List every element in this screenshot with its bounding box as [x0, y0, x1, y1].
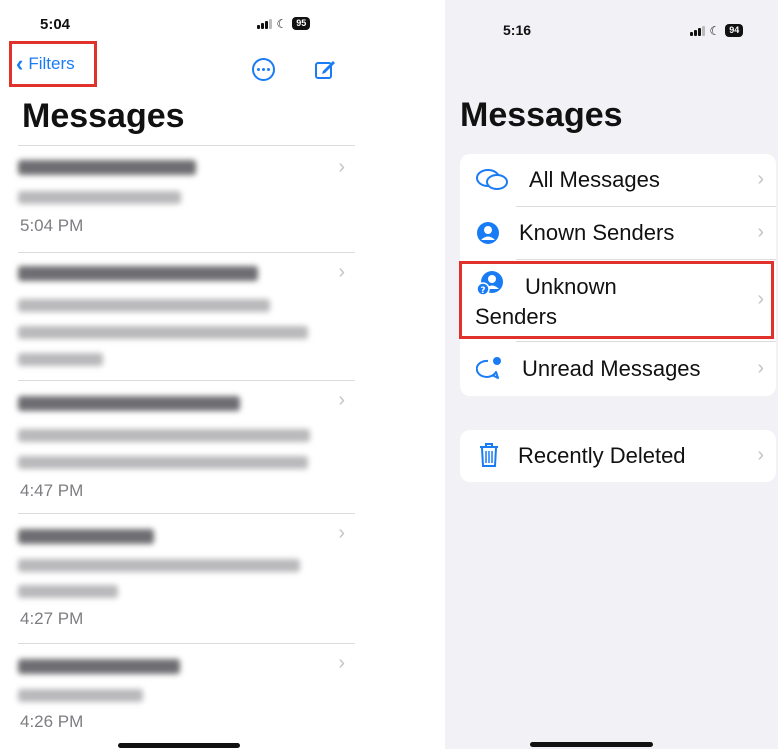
more-options-button[interactable]: [252, 58, 275, 81]
message-row[interactable]: ›: [18, 252, 355, 380]
preview-blurred: [18, 429, 310, 442]
sender-name-blurred: [18, 160, 196, 175]
chevron-right-icon: ›: [757, 221, 764, 243]
message-row[interactable]: › 4:27 PM: [18, 513, 355, 643]
trash-icon: [480, 443, 498, 467]
chevron-right-icon: ›: [338, 652, 345, 674]
filter-all-messages[interactable]: All Messages ›: [460, 154, 776, 206]
sender-name-blurred: [18, 659, 180, 674]
battery-icon: 94: [725, 24, 744, 37]
message-time: 4:47 PM: [20, 481, 84, 500]
compose-icon[interactable]: [314, 58, 336, 80]
person-circle-icon: [477, 222, 499, 244]
filters-back-label: Filters: [28, 54, 75, 73]
filter-label: All Messages: [529, 167, 660, 192]
chevron-right-icon: ›: [757, 444, 764, 466]
chevron-left-icon: ‹: [16, 51, 24, 76]
unread-bubble-icon: [476, 357, 501, 379]
dot: [262, 68, 265, 71]
recently-deleted-group: Recently Deleted ›: [460, 430, 776, 482]
filter-unread-messages[interactable]: Unread Messages ›: [460, 342, 776, 396]
message-row[interactable]: › 5:04 PM: [18, 145, 355, 252]
left-screen: 5:04 ☾ 95 ‹ Filters Messages › 5:04 PM ›: [0, 0, 375, 749]
recently-deleted-label: Recently Deleted: [518, 443, 686, 468]
preview-blurred: [18, 689, 143, 702]
wifi-icon: ☾: [276, 16, 288, 31]
message-time: 4:26 PM: [20, 712, 84, 731]
sender-name-blurred: [18, 529, 154, 544]
filters-back-button[interactable]: ‹ Filters: [9, 41, 97, 87]
message-row[interactable]: › 4:47 PM: [18, 380, 355, 513]
preview-blurred: [18, 326, 308, 339]
status-icons: ☾ 95: [257, 16, 311, 31]
chevron-right-icon: ›: [338, 522, 345, 544]
preview-blurred: [18, 456, 308, 469]
chevron-right-icon: ›: [338, 156, 345, 178]
page-title: Messages: [460, 96, 623, 134]
dot: [267, 68, 270, 71]
chevron-right-icon: ›: [757, 357, 764, 379]
chat-bubbles-icon: [476, 169, 508, 190]
screen-gap: [375, 0, 445, 749]
status-time: 5:04: [40, 16, 71, 33]
filter-label: Known Senders: [519, 220, 675, 245]
page-title: Messages: [22, 97, 185, 135]
chevron-right-icon: ›: [757, 168, 764, 190]
dot: [257, 68, 260, 71]
wifi-icon: ☾: [709, 23, 721, 38]
filter-known-senders[interactable]: Known Senders ›: [460, 207, 776, 259]
chevron-right-icon: ›: [338, 261, 345, 283]
preview-blurred: [18, 191, 181, 204]
recently-deleted-row[interactable]: Recently Deleted ›: [460, 430, 776, 482]
filter-label: Unread Messages: [522, 356, 701, 381]
home-indicator: [530, 742, 653, 747]
message-time: 5:04 PM: [20, 216, 84, 235]
message-row[interactable]: › 4:26 PM: [18, 643, 355, 741]
home-indicator: [118, 743, 240, 748]
signal-icon: [690, 25, 705, 36]
battery-icon: 95: [292, 17, 311, 30]
chevron-right-icon: ›: [338, 389, 345, 411]
status-time: 5:16: [503, 22, 532, 38]
preview-blurred: [18, 299, 270, 312]
sender-name-blurred: [18, 396, 240, 411]
preview-blurred: [18, 585, 118, 598]
message-time: 4:27 PM: [20, 609, 84, 628]
signal-icon: [257, 18, 272, 29]
preview-blurred: [18, 353, 103, 366]
preview-blurred: [18, 559, 300, 572]
unknown-senders-highlight: [459, 261, 774, 339]
right-screen: 5:16 ☾ 94 Messages All Messages › Known …: [445, 0, 778, 749]
status-icons: ☾ 94: [690, 23, 744, 38]
sender-name-blurred: [18, 266, 258, 281]
